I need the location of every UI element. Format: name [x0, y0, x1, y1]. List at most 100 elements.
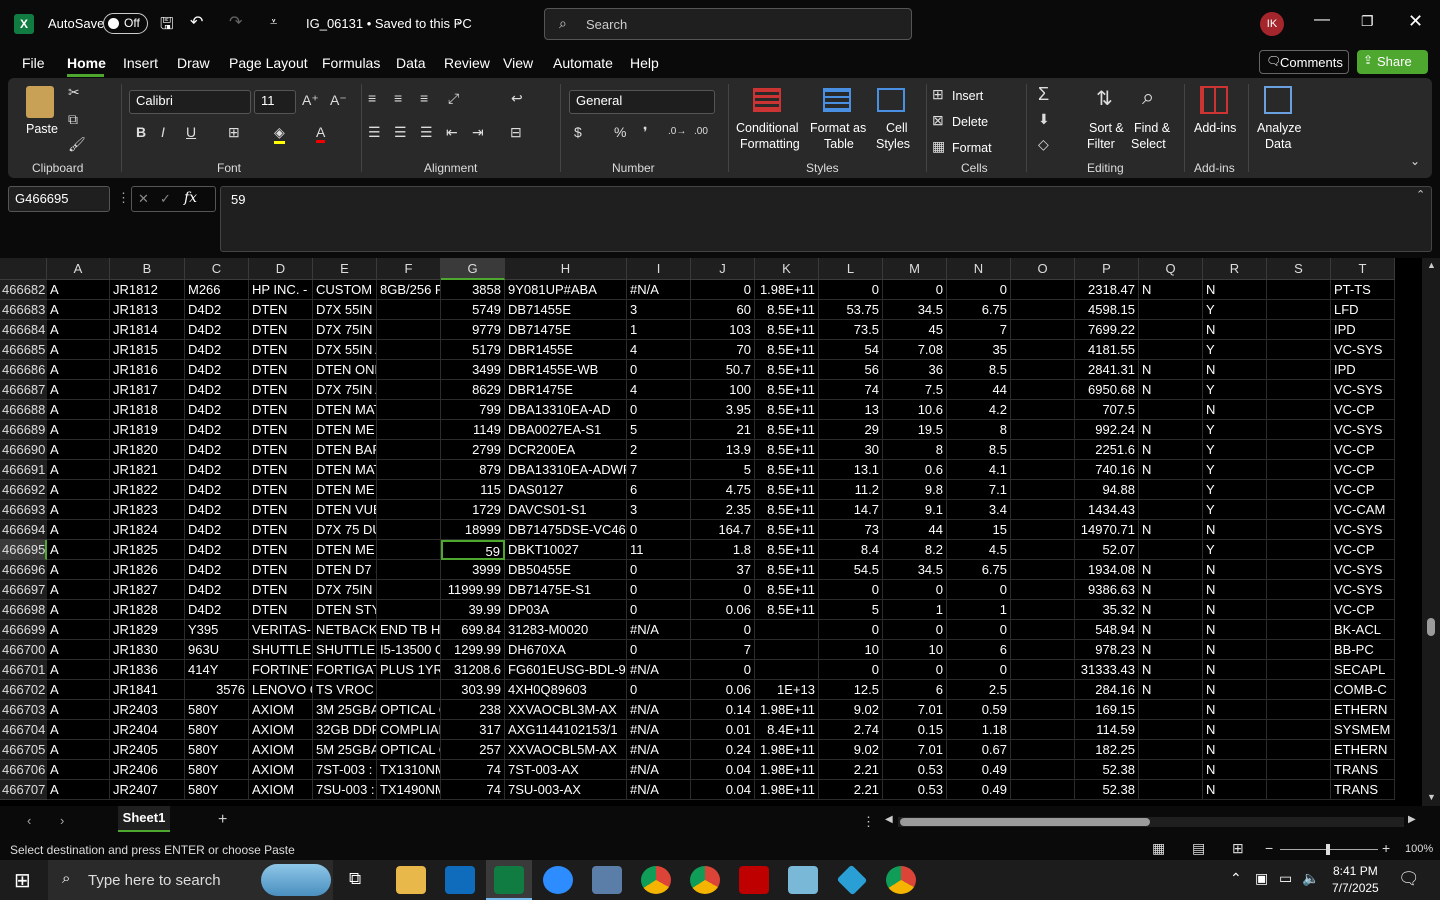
cell-j-466695[interactable]: 1.8: [691, 540, 755, 560]
cell-c-466687[interactable]: D4D2: [185, 380, 249, 400]
cell-a-466700[interactable]: A: [47, 640, 110, 660]
cell-g-466703[interactable]: 238: [441, 700, 505, 720]
row-header[interactable]: 466705: [0, 740, 47, 760]
cell-f-466684[interactable]: [377, 320, 441, 340]
font-size-select[interactable]: 11: [254, 90, 296, 114]
cell-a-466687[interactable]: A: [47, 380, 110, 400]
find-select-icon[interactable]: ⌕: [1142, 84, 1154, 110]
cell-f-466704[interactable]: COMPLIAN: [377, 720, 441, 740]
cell-l-466683[interactable]: 53.75: [819, 300, 883, 320]
italic-icon[interactable]: I: [161, 124, 165, 140]
cell-c-466696[interactable]: D4D2: [185, 560, 249, 580]
cell-h-466703[interactable]: XXVAOCBL3M-AX: [505, 700, 627, 720]
cell-t-466684[interactable]: IPD: [1331, 320, 1395, 340]
row-header[interactable]: 466689: [0, 420, 47, 440]
cell-t-466693[interactable]: VC-CAM: [1331, 500, 1395, 520]
tab-formulas[interactable]: Formulas: [322, 55, 380, 71]
cell-l-466688[interactable]: 13: [819, 400, 883, 420]
cell-a-466697[interactable]: A: [47, 580, 110, 600]
row-header[interactable]: 466701: [0, 660, 47, 680]
cell-h-466692[interactable]: DAS0127: [505, 480, 627, 500]
cell-k-466699[interactable]: [755, 620, 819, 640]
cell-b-466699[interactable]: JR1829: [110, 620, 185, 640]
column-header-q[interactable]: Q: [1139, 258, 1203, 280]
cell-b-466687[interactable]: JR1817: [110, 380, 185, 400]
cell-a-466688[interactable]: A: [47, 400, 110, 420]
cell-d-466693[interactable]: DTEN: [249, 500, 313, 520]
cell-j-466707[interactable]: 0.04: [691, 780, 755, 800]
merge-center-icon[interactable]: ⊟: [510, 124, 522, 141]
cell-e-466682[interactable]: CUSTOM E: [313, 280, 377, 300]
find-select-label-1[interactable]: Find &: [1134, 120, 1170, 136]
cell-p-466689[interactable]: 992.24: [1075, 420, 1139, 440]
cell-c-466697[interactable]: D4D2: [185, 580, 249, 600]
font-name-select[interactable]: Calibri: [129, 90, 251, 114]
align-top-icon[interactable]: ≡: [368, 90, 376, 106]
cell-c-466682[interactable]: M266: [185, 280, 249, 300]
cell-o-466689[interactable]: [1011, 420, 1075, 440]
cell-b-466690[interactable]: JR1820: [110, 440, 185, 460]
cancel-icon[interactable]: ✕: [138, 191, 149, 207]
cell-d-466703[interactable]: AXIOM: [249, 700, 313, 720]
cell-l-466699[interactable]: 0: [819, 620, 883, 640]
spreadsheet-grid[interactable]: A B C D E F G H I J K L M N O P Q R S T 466682 A JR1812 M266 HP …: [0, 258, 1440, 806]
orientation-icon[interactable]: ⤢: [448, 90, 459, 107]
cell-h-466701[interactable]: FG601EUSG-BDL-950: [505, 660, 627, 680]
cell-t-466696[interactable]: VC-SYS: [1331, 560, 1395, 580]
cell-j-466693[interactable]: 2.35: [691, 500, 755, 520]
cell-k-466705[interactable]: 1.98E+11: [755, 740, 819, 760]
row-header[interactable]: 466699: [0, 620, 47, 640]
cell-q-466692[interactable]: [1139, 480, 1203, 500]
cell-e-466695[interactable]: DTEN ME \: [313, 540, 377, 560]
cell-c-466693[interactable]: D4D2: [185, 500, 249, 520]
cell-f-466683[interactable]: [377, 300, 441, 320]
cell-c-466699[interactable]: Y395: [185, 620, 249, 640]
scroll-tabs-right-icon[interactable]: ›: [60, 813, 64, 828]
row-header[interactable]: 466707: [0, 780, 47, 800]
cell-a-466706[interactable]: A: [47, 760, 110, 780]
tab-help[interactable]: Help: [630, 55, 659, 71]
column-header-n[interactable]: N: [947, 258, 1011, 280]
cell-d-466694[interactable]: DTEN: [249, 520, 313, 540]
cell-h-466690[interactable]: DCR200EA: [505, 440, 627, 460]
cell-p-466700[interactable]: 978.23: [1075, 640, 1139, 660]
cell-r-466688[interactable]: N: [1203, 400, 1267, 420]
analyze-data-label-1[interactable]: Analyze: [1257, 120, 1301, 136]
cell-m-466707[interactable]: 0.53: [883, 780, 947, 800]
cell-e-466693[interactable]: DTEN VUE: [313, 500, 377, 520]
cell-q-466682[interactable]: N: [1139, 280, 1203, 300]
cell-h-466688[interactable]: DBA13310EA-AD: [505, 400, 627, 420]
cell-k-466704[interactable]: 8.4E+11: [755, 720, 819, 740]
cell-g-466692[interactable]: 115: [441, 480, 505, 500]
cell-b-466707[interactable]: JR2407: [110, 780, 185, 800]
cell-p-466696[interactable]: 1934.08: [1075, 560, 1139, 580]
cell-n-466695[interactable]: 4.5: [947, 540, 1011, 560]
column-header-m[interactable]: M: [883, 258, 947, 280]
clock-date[interactable]: 7/7/2025: [1332, 881, 1379, 895]
cell-t-466688[interactable]: VC-CP: [1331, 400, 1395, 420]
cell-n-466683[interactable]: 6.75: [947, 300, 1011, 320]
cell-s-466685[interactable]: [1267, 340, 1331, 360]
column-header-k[interactable]: K: [755, 258, 819, 280]
cell-n-466687[interactable]: 44: [947, 380, 1011, 400]
paste-icon[interactable]: [26, 86, 54, 118]
cell-m-466703[interactable]: 7.01: [883, 700, 947, 720]
cell-p-466693[interactable]: 1434.43: [1075, 500, 1139, 520]
cell-i-466692[interactable]: 6: [627, 480, 691, 500]
cell-b-466704[interactable]: JR2404: [110, 720, 185, 740]
cell-d-466689[interactable]: DTEN: [249, 420, 313, 440]
cell-c-466691[interactable]: D4D2: [185, 460, 249, 480]
tab-data[interactable]: Data: [396, 55, 426, 71]
cell-r-466682[interactable]: N: [1203, 280, 1267, 300]
add-ins-button[interactable]: Add-ins: [1194, 120, 1236, 136]
show-hidden-icons[interactable]: ⌃: [1230, 870, 1242, 887]
cell-b-466683[interactable]: JR1813: [110, 300, 185, 320]
cell-r-466691[interactable]: Y: [1203, 460, 1267, 480]
column-header-f[interactable]: F: [377, 258, 441, 280]
cell-b-466703[interactable]: JR2403: [110, 700, 185, 720]
cell-q-466691[interactable]: N: [1139, 460, 1203, 480]
search-box[interactable]: ⌕ Search: [544, 8, 912, 40]
column-header-b[interactable]: B: [110, 258, 185, 280]
cell-l-466692[interactable]: 11.2: [819, 480, 883, 500]
volume-icon[interactable]: 🔈: [1302, 870, 1319, 887]
